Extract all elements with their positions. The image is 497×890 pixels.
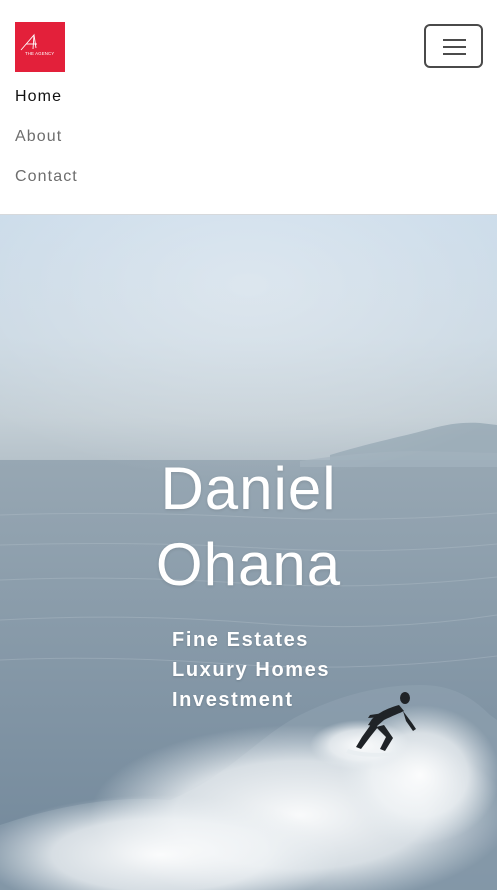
hero-title-line-1: Daniel [160, 455, 337, 522]
hero-taglines: Fine Estates Luxury Homes Investment [172, 625, 330, 715]
hero-title-line-2: Ohana [155, 531, 342, 598]
main-nav: Home About Contact [15, 80, 78, 200]
nav-item-home[interactable]: Home [15, 80, 78, 120]
agency-a-mark-icon [20, 33, 37, 51]
navbar-toggler-button[interactable] [424, 24, 483, 68]
hero-tagline: Luxury Homes [172, 659, 331, 681]
brand-logo[interactable]: THE AGENCY [15, 22, 65, 72]
hero-tagline: Investment [172, 689, 294, 711]
nav-item-contact[interactable]: Contact [15, 160, 78, 200]
hero-section: Daniel Ohana Fine Estates Luxury Homes I… [0, 215, 497, 890]
page: THE AGENCY Home About Contact Daniel Oha… [0, 0, 497, 890]
hero-title: Daniel Ohana [0, 451, 497, 603]
hero-tagline: Fine Estates [172, 629, 310, 651]
brand-logo-text: THE AGENCY [25, 51, 55, 56]
nav-item-about[interactable]: About [15, 120, 78, 160]
site-header: THE AGENCY Home About Contact [0, 0, 497, 215]
